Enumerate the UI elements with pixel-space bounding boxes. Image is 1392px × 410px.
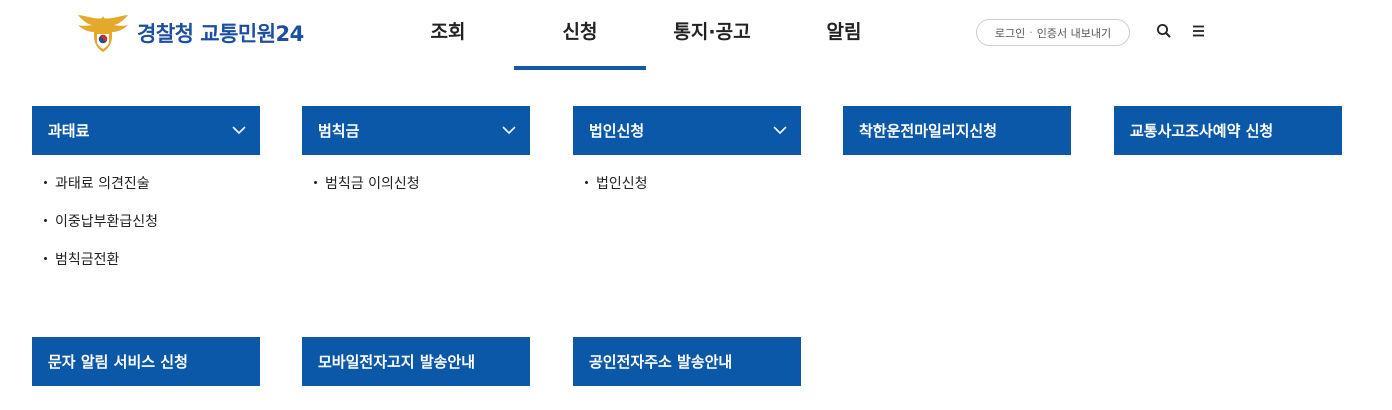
card-header-fine[interactable]: 과태료 <box>32 106 260 155</box>
nav-item-notice[interactable]: 통지·공고 <box>646 0 778 70</box>
card-title: 문자 알림 서비스 신청 <box>48 353 188 371</box>
card-title: 범칙금 <box>318 122 360 140</box>
list-item[interactable]: 과태료 의견진술 <box>44 173 260 211</box>
cert-export-link[interactable]: 인증서 내보내기 <box>1037 25 1111 41</box>
nav-item-alerts[interactable]: 알림 <box>778 0 910 70</box>
card-e-address: 공인전자주소 발송안내 <box>573 337 801 386</box>
card-title: 공인전자주소 발송안내 <box>589 353 733 371</box>
list-item[interactable]: 이중납부환급신청 <box>44 211 260 249</box>
card-penalty: 범칙금 범칙금 이의신청 <box>302 106 530 211</box>
chevron-down-icon <box>773 126 787 135</box>
card-header-sms-alert[interactable]: 문자 알림 서비스 신청 <box>32 337 260 386</box>
card-title: 착한운전마일리지신청 <box>859 122 998 140</box>
card-header-e-address[interactable]: 공인전자주소 발송안내 <box>573 337 801 386</box>
hamburger-menu-icon[interactable] <box>1190 22 1208 40</box>
list-item[interactable]: 법인신청 <box>585 173 801 211</box>
card-header-corporate[interactable]: 법인신청 <box>573 106 801 155</box>
site-header: 경찰청 교통민원24 조회 신청 통지·공고 알림 로그인 · 인증서 내보내기 <box>0 0 1392 72</box>
chevron-down-icon <box>232 126 246 135</box>
list-item[interactable]: 범칙금전환 <box>44 249 260 287</box>
site-logo[interactable]: 경찰청 교통민원24 <box>72 12 304 54</box>
card-mileage: 착한운전마일리지신청 <box>843 106 1071 155</box>
card-title: 모바일전자고지 발송안내 <box>318 353 476 371</box>
police-emblem-icon <box>78 15 128 52</box>
card-mobile-notice: 모바일전자고지 발송안내 <box>302 337 530 386</box>
card-fine: 과태료 과태료 의견진술 이중납부환급신청 범칙금전환 <box>32 106 260 287</box>
login-cert-pill: 로그인 · 인증서 내보내기 <box>976 19 1130 46</box>
chevron-down-icon <box>502 126 516 135</box>
card-header-mileage[interactable]: 착한운전마일리지신청 <box>843 106 1071 155</box>
card-corporate: 법인신청 법인신청 <box>573 106 801 211</box>
card-submenu-corporate: 법인신청 <box>573 155 801 211</box>
login-link[interactable]: 로그인 <box>995 25 1025 41</box>
card-header-penalty[interactable]: 범칙금 <box>302 106 530 155</box>
card-header-mobile-notice[interactable]: 모바일전자고지 발송안내 <box>302 337 530 386</box>
search-icon[interactable] <box>1155 22 1173 40</box>
card-submenu-fine: 과태료 의견진술 이중납부환급신청 범칙금전환 <box>32 155 260 287</box>
card-sms-alert: 문자 알림 서비스 신청 <box>32 337 260 386</box>
card-header-accident-reservation[interactable]: 교통사고조사예약 신청 <box>1114 106 1342 155</box>
logo-text: 경찰청 교통민원24 <box>137 22 304 46</box>
nav-item-inquiry[interactable]: 조회 <box>382 0 514 70</box>
card-title: 법인신청 <box>589 122 645 140</box>
pill-separator: · <box>1029 26 1033 39</box>
card-title: 과태료 <box>48 122 90 140</box>
list-item[interactable]: 범칙금 이의신청 <box>314 173 530 211</box>
nav-item-application[interactable]: 신청 <box>514 0 646 70</box>
card-accident-reservation: 교통사고조사예약 신청 <box>1114 106 1342 155</box>
card-submenu-penalty: 범칙금 이의신청 <box>302 155 530 211</box>
card-title: 교통사고조사예약 신청 <box>1130 122 1274 140</box>
